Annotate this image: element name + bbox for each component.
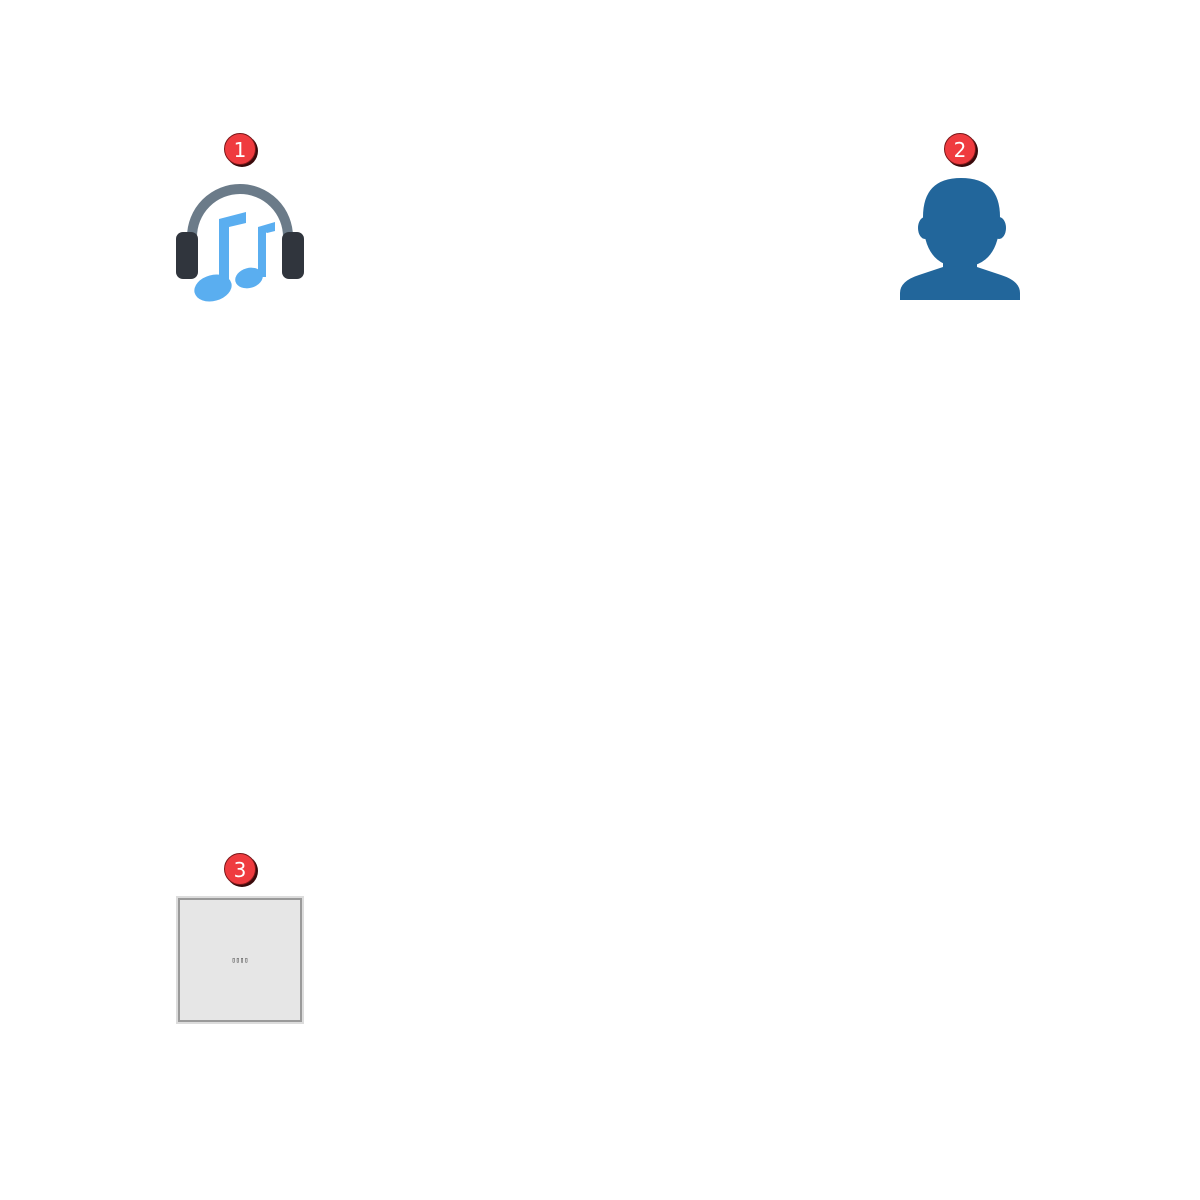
badge-2: 2	[944, 133, 976, 165]
user-item[interactable]	[895, 175, 1025, 305]
headphones-music-icon	[176, 184, 304, 302]
user-silhouette-icon	[900, 178, 1020, 300]
badge-3: 3	[224, 853, 256, 885]
badge-1: 1	[224, 133, 256, 165]
tile-text: ▯▯▯▯	[231, 956, 249, 964]
missing-glyph-tile[interactable]: ▯▯▯▯	[176, 896, 304, 1024]
headphones-music-item[interactable]	[175, 175, 305, 305]
